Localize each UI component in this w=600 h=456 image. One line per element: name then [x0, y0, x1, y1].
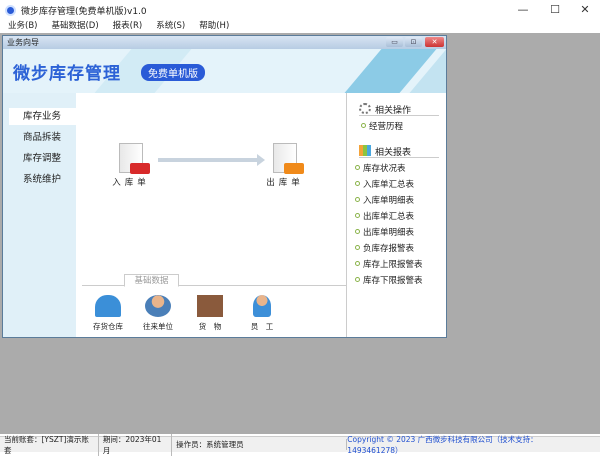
report-link[interactable]: 库存下限报警表	[355, 275, 423, 287]
close-button[interactable]: ✕	[570, 0, 600, 20]
menu-system[interactable]: 系统(S)	[148, 20, 191, 33]
left-nav: 库存业务 商品拆装 库存调整 系统维护	[3, 93, 76, 337]
title-bar: 微步库存管理(免费单机版)v1.0 — ☐ ✕	[0, 0, 600, 20]
related-reports-title: 相关报表	[375, 148, 412, 158]
goods-button[interactable]: 货 物	[188, 295, 232, 332]
employee-label: 员 工	[250, 322, 274, 331]
child-minimize-button[interactable]: ▭	[386, 37, 403, 47]
child-close-button[interactable]: ✕	[425, 37, 444, 47]
basic-data-tab[interactable]: 基础数据	[124, 274, 179, 287]
child-title: 业务向导	[7, 38, 39, 47]
employee-icon	[253, 295, 271, 317]
child-title-bar: 业务向导 ▭ ⊡ ✕	[3, 36, 446, 49]
status-operator: 操作员：系统管理员	[172, 439, 348, 450]
report-link[interactable]: 入库单明细表	[355, 195, 414, 207]
employee-button[interactable]: 员 工	[240, 295, 284, 332]
related-ops-header: 相关操作	[359, 103, 439, 116]
window-title: 微步库存管理(免费单机版)v1.0	[21, 6, 147, 17]
menu-bar: 业务(B) 基础数据(D) 报表(R) 系统(S) 帮助(H)	[0, 20, 600, 33]
related-reports-header: 相关报表	[359, 145, 439, 158]
bullet-icon	[361, 123, 366, 128]
stock-out-icon	[273, 143, 304, 174]
report-link[interactable]: 库存上限报警表	[355, 259, 423, 271]
warehouse-button[interactable]: 存货仓库	[86, 295, 130, 332]
stock-in-button[interactable]: 入库单	[106, 143, 156, 188]
stock-in-icon	[119, 143, 150, 174]
related-ops-title: 相关操作	[375, 106, 412, 116]
partners-label: 往来单位	[143, 322, 173, 331]
menu-business[interactable]: 业务(B)	[0, 20, 43, 33]
ops-link[interactable]: 经营历程	[361, 121, 403, 133]
status-period: 期间：2023年01月	[99, 433, 173, 456]
stock-in-label: 入库单	[112, 178, 150, 188]
status-account: 当前账套：[YSZT]演示账套	[0, 433, 99, 456]
report-link[interactable]: 出库单汇总表	[355, 211, 414, 223]
divider	[82, 285, 346, 286]
maximize-button[interactable]: ☐	[540, 0, 570, 20]
menu-basic-data[interactable]: 基础数据(D)	[43, 20, 104, 33]
status-bar: 当前账套：[YSZT]演示账套 期间：2023年01月 操作员：系统管理员 Co…	[0, 433, 600, 456]
edition-badge: 免费单机版	[141, 64, 205, 81]
warehouse-icon	[95, 295, 121, 317]
nav-system-maintenance[interactable]: 系统维护	[9, 171, 76, 188]
nav-inventory-adjust[interactable]: 库存调整	[9, 150, 76, 167]
status-copyright: Copyright © 2023 广西微步科技有限公司（技术支持：1493461…	[347, 434, 538, 455]
bar-chart-icon	[359, 145, 371, 156]
report-link[interactable]: 库存状况表	[355, 163, 406, 175]
gear-icon	[359, 103, 371, 114]
nav-inventory-business[interactable]: 库存业务	[9, 108, 76, 125]
right-panel: 相关操作 经营历程 相关报表 库存状况表 入库单汇总表 入库单明细表 出库单汇总…	[346, 93, 446, 337]
menu-reports[interactable]: 报表(R)	[105, 20, 149, 33]
menu-help[interactable]: 帮助(H)	[191, 20, 235, 33]
goods-box-icon	[197, 295, 223, 317]
child-restore-button[interactable]: ⊡	[405, 37, 422, 47]
nav-product-assembly[interactable]: 商品拆装	[9, 129, 76, 146]
stock-out-button[interactable]: 出库单	[260, 143, 310, 188]
stock-out-label: 出库单	[266, 178, 304, 188]
flow-arrow	[158, 154, 265, 166]
content-area: 入库单 出库单 基础数据 存货仓库 往来单位 货 物 员 工	[76, 93, 346, 337]
warehouse-label: 存货仓库	[93, 322, 123, 331]
partners-button[interactable]: 往来单位	[136, 295, 180, 332]
report-link[interactable]: 出库单明细表	[355, 227, 414, 239]
app-icon	[5, 4, 16, 16]
report-link[interactable]: 负库存报警表	[355, 243, 414, 255]
business-wizard-window: 业务向导 ▭ ⊡ ✕ 微步库存管理 免费单机版 库存业务 商品拆装 库存调整 系…	[2, 35, 447, 338]
minimize-button[interactable]: —	[508, 0, 538, 20]
report-link[interactable]: 入库单汇总表	[355, 179, 414, 191]
goods-label: 货 物	[198, 322, 222, 331]
banner: 微步库存管理 免费单机版	[3, 49, 446, 93]
brand-title: 微步库存管理	[13, 64, 121, 84]
partners-icon	[145, 295, 171, 317]
